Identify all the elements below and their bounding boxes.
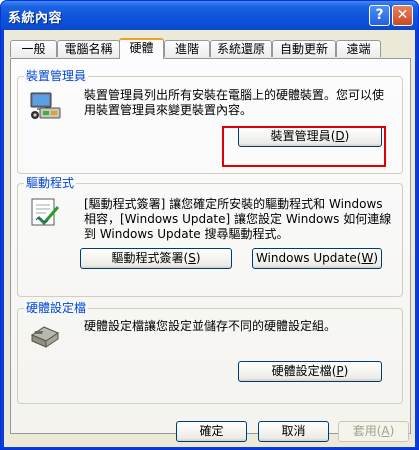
apply-button-label: 套用 bbox=[352, 424, 377, 438]
close-button[interactable]: ✕ bbox=[392, 5, 413, 26]
windows-update-hotkey: W bbox=[361, 251, 374, 265]
driver-signing-button[interactable]: 驅動程式簽署(S) bbox=[80, 248, 232, 269]
windows-update-button[interactable]: Windows Update(W) bbox=[252, 248, 382, 269]
dialog-client: 一般 電腦名稱 硬體 進階 系統還原 自動更新 遠端 裝置管理員 裝置管理員列出… bbox=[4, 30, 415, 447]
hardware-profile-icon bbox=[30, 326, 60, 348]
driver-signing-button-label: 驅動程式簽署 bbox=[111, 251, 184, 265]
device-manager-description: 裝置管理員列出所有安裝在電腦上的硬體裝置。您可以使用裝置管理員來變更裝置內容。 bbox=[84, 88, 385, 117]
cancel-button[interactable]: 取消 bbox=[258, 421, 329, 442]
device-manager-highlight bbox=[222, 126, 386, 167]
tab-advanced[interactable]: 進階 bbox=[164, 40, 210, 57]
device-manager-icon bbox=[30, 92, 61, 119]
hardware-profiles-button-label: 硬體設定檔 bbox=[271, 364, 332, 378]
driver-signing-hotkey: S bbox=[188, 251, 196, 265]
tab-hardware[interactable]: 硬體 bbox=[119, 38, 164, 59]
tab-system-restore[interactable]: 系統還原 bbox=[210, 40, 272, 57]
drivers-group: 驅動程式 [驅動程式簽署] 讓您確定所安裝的驅動程式和 Windows 相容，[… bbox=[17, 176, 403, 297]
hardware-profiles-hotkey: P bbox=[336, 364, 344, 378]
drivers-title: 驅動程式 bbox=[24, 176, 77, 190]
apply-button[interactable]: 套用(A) bbox=[338, 421, 409, 442]
apply-hotkey: A bbox=[381, 424, 390, 438]
help-button[interactable]: ? bbox=[369, 5, 390, 26]
tab-computer-name[interactable]: 電腦名稱 bbox=[57, 40, 120, 57]
system-properties-window: 系統內容 ? ✕ 一般 電腦名稱 硬體 進階 系統還原 自動更新 遠端 裝置管理… bbox=[0, 0, 419, 450]
ok-button[interactable]: 確定 bbox=[176, 421, 247, 442]
drivers-description: [驅動程式簽署] 讓您確定所安裝的驅動程式和 Windows 相容，[Windo… bbox=[84, 197, 392, 241]
driver-signing-icon bbox=[31, 198, 60, 226]
hardware-profiles-button[interactable]: 硬體設定檔(P) bbox=[238, 361, 382, 382]
windows-update-button-label: Windows Update bbox=[255, 251, 357, 265]
device-manager-title: 裝置管理員 bbox=[24, 69, 89, 83]
tab-general[interactable]: 一般 bbox=[10, 40, 57, 57]
hardware-profiles-group: 硬體設定檔 硬體設定檔讓您設定並儲存不同的硬體設定組。 硬體設定檔(P) bbox=[17, 301, 403, 404]
title-bar[interactable]: 系統內容 ? ✕ bbox=[1, 1, 418, 30]
hardware-profiles-description: 硬體設定檔讓您設定並儲存不同的硬體設定組。 bbox=[84, 319, 337, 333]
tab-remote[interactable]: 遠端 bbox=[336, 40, 381, 57]
hardware-profiles-title: 硬體設定檔 bbox=[24, 301, 89, 315]
window-title: 系統內容 bbox=[8, 11, 63, 26]
hardware-tab-panel: 裝置管理員 裝置管理員列出所有安裝在電腦上的硬體裝置。您可以使用裝置管理員來變更… bbox=[10, 58, 411, 434]
tab-automatic-updates[interactable]: 自動更新 bbox=[272, 40, 336, 57]
